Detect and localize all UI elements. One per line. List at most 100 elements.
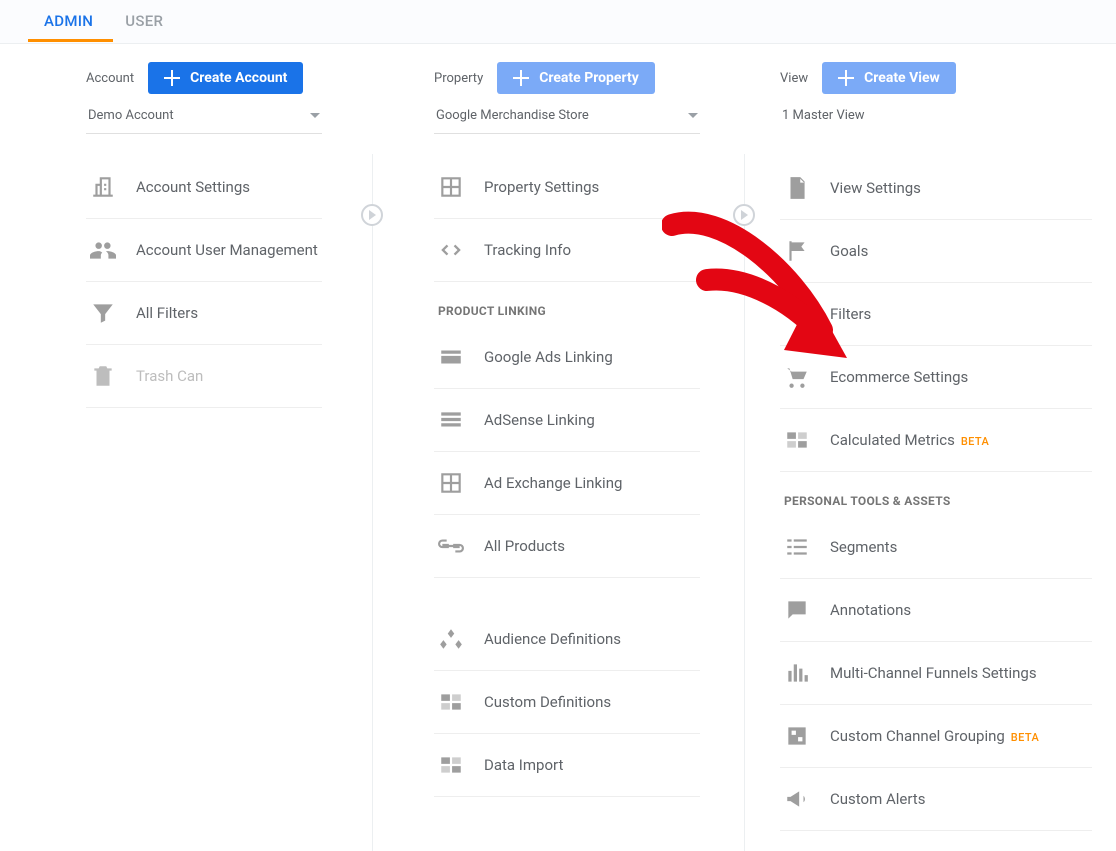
nav-item-google-ads-linking[interactable]: Google Ads Linking <box>434 326 700 389</box>
people-icon <box>90 237 116 263</box>
nav-item-custom-alerts[interactable]: Custom Alerts <box>780 768 1092 831</box>
nav-item-label: Ad Exchange Linking <box>484 474 622 492</box>
nav-item-custom-definitions[interactable]: Custom Definitions <box>434 671 700 734</box>
create-account-label: Create Account <box>190 70 287 86</box>
grid-icon <box>438 470 464 496</box>
tab-user[interactable]: USER <box>109 0 179 38</box>
nav-item-label: View Settings <box>830 179 921 197</box>
nav-item-adsense-linking[interactable]: AdSense Linking <box>434 389 700 452</box>
account-selector[interactable]: Demo Account <box>86 108 322 134</box>
property-head-label: Property <box>434 71 483 86</box>
dd-icon <box>438 752 464 778</box>
nav-item-label: All Filters <box>136 304 198 322</box>
nav-item-all-products[interactable]: All Products <box>434 515 700 578</box>
chevron-down-icon <box>310 113 320 118</box>
nav-item-label: Data Import <box>484 756 563 774</box>
nav-item-account-settings[interactable]: Account Settings <box>86 156 322 219</box>
flag-icon <box>784 238 810 264</box>
nav-item-label: Segments <box>830 538 897 556</box>
nav-item-audience-definitions[interactable]: Audience Definitions <box>434 608 700 671</box>
tab-admin[interactable]: ADMIN <box>28 0 109 38</box>
nav-item-label: Calculated MetricsBETA <box>830 431 989 449</box>
bars-icon <box>784 660 810 686</box>
nav-item-label: Tracking Info <box>484 241 571 259</box>
dd-icon <box>438 689 464 715</box>
nav-item-account-user-management[interactable]: Account User Management <box>86 219 322 282</box>
nav-item-label: Property Settings <box>484 178 599 196</box>
link-icon <box>438 533 464 559</box>
nav-item-multi-channel-funnels-settings[interactable]: Multi-Channel Funnels Settings <box>780 642 1092 705</box>
plus-icon <box>838 70 854 86</box>
nav-item-data-import[interactable]: Data Import <box>434 734 700 797</box>
nav-item-label: Filters <box>830 305 871 323</box>
nav-item-annotations[interactable]: Annotations <box>780 579 1092 642</box>
cart-icon <box>784 364 810 390</box>
nav-item-label: Account Settings <box>136 178 250 196</box>
nav-item-view-settings[interactable]: View Settings <box>780 157 1092 220</box>
create-property-label: Create Property <box>539 70 639 86</box>
nav-item-label: Custom Definitions <box>484 693 611 711</box>
beta-badge: BETA <box>961 435 989 448</box>
nav-item-label: All Products <box>484 537 565 555</box>
nav-item-label: Account User Management <box>136 241 318 259</box>
expand-account-arrow[interactable] <box>361 204 383 226</box>
code-chevrons-icon <box>438 237 464 263</box>
people-shape-icon <box>438 626 464 652</box>
section-product-linking: PRODUCT LINKING <box>434 282 700 326</box>
nav-item-label: AdSense Linking <box>484 411 595 429</box>
expand-property-arrow[interactable] <box>733 204 755 226</box>
nav-item-ad-exchange-linking[interactable]: Ad Exchange Linking <box>434 452 700 515</box>
nav-item-label: Custom Alerts <box>830 790 925 808</box>
segments-icon <box>784 534 810 560</box>
create-account-button[interactable]: Create Account <box>148 62 303 94</box>
nav-item-goals[interactable]: Goals <box>780 220 1092 283</box>
building-icon <box>90 174 116 200</box>
divider <box>744 154 745 851</box>
nav-item-all-filters[interactable]: All Filters <box>86 282 322 345</box>
megaphone-icon <box>784 786 810 812</box>
grid-icon <box>438 174 464 200</box>
filter-icon <box>90 300 116 326</box>
property-selector[interactable]: Google Merchandise Store <box>434 108 700 134</box>
top-tabs: ADMIN USER <box>0 0 1116 44</box>
page-icon <box>784 175 810 201</box>
nav-item-filters[interactable]: Filters <box>780 283 1092 346</box>
nav-item-label: Goals <box>830 242 868 260</box>
list-icon <box>438 407 464 433</box>
nav-item-segments[interactable]: Segments <box>780 516 1092 579</box>
column-property: Property Create Property Google Merchand… <box>372 44 744 831</box>
nav-item-label: Multi-Channel Funnels Settings <box>830 664 1037 682</box>
nav-item-label: Annotations <box>830 601 911 619</box>
account-head-label: Account <box>86 71 134 86</box>
section-personal-tools: PERSONAL TOOLS & ASSETS <box>780 472 1092 516</box>
create-property-button[interactable]: Create Property <box>497 62 655 94</box>
divider <box>372 154 373 851</box>
nav-item-tracking-info[interactable]: Tracking Info <box>434 219 700 282</box>
nav-item-property-settings[interactable]: Property Settings <box>434 156 700 219</box>
channel-icon <box>784 723 810 749</box>
plus-icon <box>513 70 529 86</box>
comment-icon <box>784 597 810 623</box>
nav-item-calculated-metrics[interactable]: Calculated MetricsBETA <box>780 409 1092 472</box>
chevron-down-icon <box>688 113 698 118</box>
nav-item-label: Audience Definitions <box>484 630 621 648</box>
dd-icon <box>784 427 810 453</box>
nav-item-label: Trash Can <box>136 367 203 385</box>
plus-icon <box>164 70 180 86</box>
view-title: 1 Master View <box>780 108 1092 135</box>
column-view: View Create View 1 Master View View Sett… <box>744 44 1116 831</box>
nav-item-ecommerce-settings[interactable]: Ecommerce Settings <box>780 346 1092 409</box>
nav-item-trash-can[interactable]: Trash Can <box>86 345 322 408</box>
nav-item-label: Google Ads Linking <box>484 348 613 366</box>
account-selector-value: Demo Account <box>88 108 174 123</box>
create-view-button[interactable]: Create View <box>822 62 956 94</box>
nav-item-custom-channel-grouping[interactable]: Custom Channel GroupingBETA <box>780 705 1092 768</box>
ads-icon <box>438 344 464 370</box>
create-view-label: Create View <box>864 70 940 86</box>
nav-item-label: Custom Channel GroupingBETA <box>830 727 1039 745</box>
view-head-label: View <box>780 71 808 86</box>
property-selector-value: Google Merchandise Store <box>436 108 589 123</box>
beta-badge: BETA <box>1011 731 1039 744</box>
trash-icon <box>90 363 116 389</box>
column-account: Account Create Account Demo Account Acco… <box>0 44 372 831</box>
